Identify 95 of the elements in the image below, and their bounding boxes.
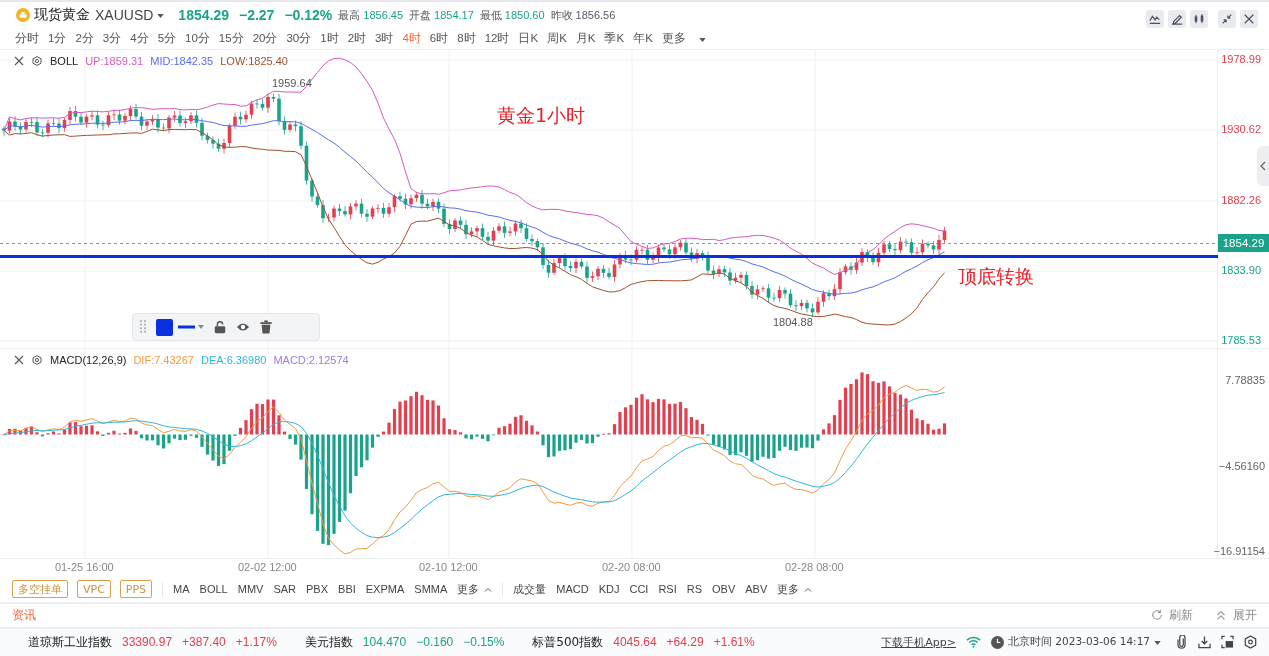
- sub-indicator-tab[interactable]: RSI: [658, 583, 677, 596]
- main-indicator-tab[interactable]: EXPMA: [365, 583, 405, 596]
- indicator-value: MACD:2.12574: [273, 354, 349, 367]
- timeframe-tab[interactable]: 1分: [48, 31, 67, 47]
- stat-label: 最高: [338, 7, 361, 23]
- stat-label: 最低: [479, 7, 502, 23]
- price-axis-label: 1930.62: [1221, 123, 1261, 136]
- timeframe-tab[interactable]: 3时: [375, 31, 394, 47]
- indicator-value: LOW:1825.40: [220, 55, 288, 68]
- time-axis-label: 02-02 12:00: [238, 561, 297, 574]
- timeframe-tab[interactable]: 30分: [286, 31, 312, 47]
- sub-indicator-tab[interactable]: CCI: [629, 583, 649, 596]
- stat-value: 1850.60: [504, 9, 545, 21]
- main-indicator-tab[interactable]: MMV: [237, 583, 264, 596]
- index-change-percent: +1.17%: [235, 635, 277, 650]
- timeframe-tab[interactable]: 2分: [75, 31, 94, 47]
- timeframe-tab[interactable]: 5分: [157, 31, 177, 47]
- price-axis-label: 1882.26: [1221, 194, 1261, 207]
- time-axis-label: 02-10 12:00: [419, 561, 478, 574]
- stat-label: 昨收: [550, 7, 573, 23]
- timeframe-tab[interactable]: 4分: [130, 31, 149, 47]
- more-timeframes-button[interactable]: 更多: [661, 31, 686, 47]
- index-value: 4045.64: [613, 635, 657, 650]
- current-price-tag: 1854.29: [1218, 234, 1269, 253]
- price-axis-label: 1978.99: [1221, 53, 1261, 66]
- index-value: 104.470: [362, 635, 407, 650]
- timeframe-tab[interactable]: 季K: [604, 31, 625, 47]
- timeframe-tab[interactable]: 8时: [457, 31, 476, 47]
- index-change: −0.160: [416, 635, 454, 650]
- main-indicator-tab[interactable]: MA: [173, 583, 190, 596]
- index-change: +387.40: [182, 635, 226, 650]
- timeframe-tab[interactable]: 20分: [252, 31, 278, 47]
- timeframe-tab[interactable]: 10分: [185, 31, 210, 47]
- price-change-percent: −0.12%: [284, 7, 333, 23]
- timeframe-tab[interactable]: 日K: [518, 31, 539, 47]
- timeframe-tab[interactable]: 周K: [547, 31, 567, 47]
- timeframe-tab[interactable]: 2时: [347, 31, 367, 47]
- low-price-marker: 1804.88: [773, 316, 813, 329]
- sub-indicator-tab[interactable]: RS: [686, 583, 703, 596]
- expand-button[interactable]: 展开: [1233, 606, 1257, 624]
- main-indicator-tab[interactable]: PBX: [306, 583, 329, 596]
- time-axis-label: 02-28 08:00: [785, 561, 844, 574]
- instrument-title: 现货黄金: [34, 6, 90, 24]
- index-name: 标普500指数: [532, 633, 604, 651]
- sub-indicator-tab[interactable]: 成交量: [513, 581, 547, 597]
- timeframe-tab[interactable]: 1时: [320, 31, 339, 47]
- timeframe-tab[interactable]: 3分: [102, 31, 122, 47]
- time-axis-label: 01-25 16:00: [55, 561, 114, 574]
- clock-selector[interactable]: 北京时间 2023-03-06 14:17: [1008, 635, 1150, 650]
- stat-value: 1854.17: [434, 9, 474, 21]
- more-indicators-button[interactable]: 更多: [777, 581, 800, 597]
- indicator-value: DIF:7.43267: [133, 354, 194, 367]
- timeframe-tab[interactable]: 6时: [429, 31, 449, 47]
- indicator-name: MACD(12,26,9): [50, 354, 127, 367]
- main-indicator-tab[interactable]: BOLL: [199, 583, 228, 596]
- timeframe-tab[interactable]: 年K: [633, 31, 653, 47]
- download-app-link[interactable]: 下载手机App>: [881, 634, 957, 650]
- sub-indicator-tab[interactable]: OBV: [712, 583, 736, 596]
- high-price-marker: 1959.64: [272, 77, 312, 90]
- main-indicator-tab[interactable]: SAR: [273, 583, 297, 596]
- price-change: −2.27: [238, 7, 275, 23]
- price-axis-label: 1785.53: [1221, 334, 1261, 347]
- indicator-value: DEA:6.36980: [200, 354, 267, 367]
- chart-annotation: 顶底转换: [958, 264, 1034, 290]
- time-axis-label: 02-20 08:00: [602, 561, 661, 574]
- stat-label: 开盘: [409, 7, 432, 23]
- index-change: +64.29: [666, 635, 704, 650]
- index-name: 道琼斯工业指数: [28, 633, 112, 651]
- sub-indicator-tab[interactable]: MACD: [556, 583, 589, 596]
- macd-axis-label: −16.91154: [1213, 545, 1265, 558]
- more-indicators-button[interactable]: 更多: [457, 581, 480, 597]
- symbol-selector[interactable]: XAUUSD: [95, 7, 154, 23]
- refresh-button[interactable]: 刷新: [1169, 606, 1193, 624]
- indicator-name: BOLL: [50, 55, 79, 68]
- timeframe-tab[interactable]: 15分: [218, 31, 244, 47]
- indicator-value: UP:1859.31: [85, 55, 144, 68]
- main-indicator-tab[interactable]: BBI: [338, 583, 356, 596]
- timeframe-tab[interactable]: 分时: [15, 31, 39, 47]
- stat-value: 1856.56: [575, 9, 616, 21]
- sub-indicator-tab[interactable]: ABV: [745, 583, 768, 596]
- chart-annotation: 黄金1小时: [497, 103, 586, 129]
- current-price: 1854.29: [178, 7, 229, 23]
- indicator-value: MID:1842.35: [150, 55, 214, 68]
- macd-axis-label: 7.78835: [1225, 374, 1265, 387]
- sub-indicator-tab[interactable]: KDJ: [598, 583, 620, 596]
- timeframe-tab[interactable]: 12时: [484, 31, 510, 47]
- price-axis-label: 1833.90: [1221, 264, 1261, 277]
- index-change-percent: −0.15%: [463, 635, 505, 650]
- stat-value: 1856.45: [363, 9, 404, 21]
- index-value: 33390.97: [122, 635, 173, 650]
- main-indicator-tab[interactable]: SMMA: [414, 583, 448, 596]
- timeframe-tab[interactable]: 月K: [575, 31, 596, 47]
- macd-axis-label: −4.56160: [1218, 460, 1265, 473]
- index-change-percent: +1.61%: [713, 635, 755, 650]
- index-name: 美元指数: [304, 633, 353, 651]
